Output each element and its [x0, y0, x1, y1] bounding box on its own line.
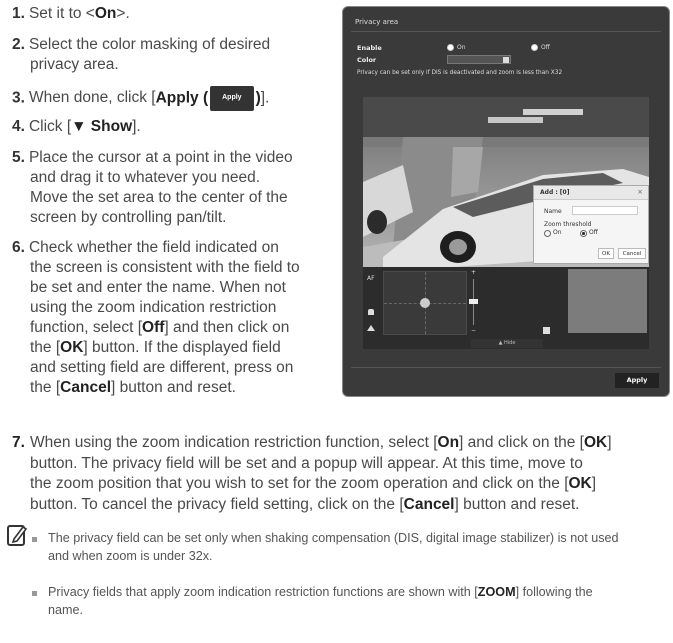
- apply-button-icon: Apply: [210, 86, 254, 111]
- divider: [351, 31, 661, 32]
- step-5-l2: and drag it to whatever you need.: [30, 169, 261, 186]
- cancel-button[interactable]: Cancel: [618, 248, 646, 259]
- note-icon: [7, 525, 28, 546]
- zoom-on-label: On: [553, 229, 562, 236]
- zoom-off-radio[interactable]: [580, 230, 587, 237]
- zoom-threshold-label: Zoom threshold: [544, 221, 592, 228]
- crosshair-icon[interactable]: [420, 298, 430, 308]
- step-7-l4: button. To cancel the privacy field sett…: [30, 495, 580, 513]
- color-select[interactable]: [447, 55, 511, 64]
- mountain-icon[interactable]: [367, 325, 375, 331]
- add-privacy-popup: Add : [0] × Name Zoom threshold On Off O…: [533, 185, 649, 264]
- step-1: 1. Set it to <On>.: [12, 5, 130, 22]
- zoom-out-icon[interactable]: −: [471, 327, 476, 334]
- step-4: 4. Click [▼ Show].: [12, 118, 141, 135]
- step-7-l3: the zoom position that you wish to set f…: [30, 475, 597, 492]
- step-7-body: When using the zoom indication restricti…: [30, 433, 670, 515]
- step-6-l8: the [Cancel] button and reset.: [30, 379, 236, 396]
- color-label: Color: [357, 56, 377, 64]
- note-2: Privacy fields that apply zoom indicatio…: [48, 585, 593, 617]
- step-6-l4: using the zoom indication restriction: [30, 299, 277, 316]
- step-2-cont: privacy area.: [30, 56, 119, 73]
- step-6-l2: the screen is consistent with the field …: [30, 259, 300, 276]
- enable-on-radio[interactable]: [447, 44, 454, 51]
- apply-button[interactable]: Apply: [615, 373, 659, 388]
- step-6: 6. Check whether the field indicated on: [12, 239, 279, 256]
- hide-toggle[interactable]: ▲ Hide: [471, 339, 543, 348]
- close-icon[interactable]: ×: [637, 188, 643, 196]
- step-3: 3. When done, click [Apply (Apply)].: [12, 86, 269, 111]
- name-label: Name: [544, 208, 562, 215]
- popup-title: Add : [0]: [540, 189, 570, 196]
- step-5-l4: screen by controlling pan/tilt.: [30, 209, 227, 226]
- step-7-l2: button. The privacy field will be set an…: [30, 454, 583, 472]
- trash-icon[interactable]: [543, 327, 550, 334]
- step-6-l7: and setting field are different, press o…: [30, 359, 294, 376]
- privacy-list-box: [568, 269, 647, 333]
- enable-on-label: On: [457, 44, 466, 51]
- enable-off-radio[interactable]: [531, 44, 538, 51]
- ok-button[interactable]: OK: [598, 248, 614, 259]
- panel-title: Privacy area: [355, 18, 399, 26]
- step-6-l6: the [OK] button. If the displayed field: [30, 339, 281, 356]
- step-7-l1: When using the zoom indication restricti…: [30, 434, 612, 451]
- enable-off-label: Off: [541, 44, 550, 51]
- zoom-slider-handle[interactable]: [469, 299, 478, 304]
- step-6-l5: function, select [Off] and then click on: [30, 319, 290, 336]
- privacy-area-screenshot: Privacy area Enable On Off Color Privacy…: [342, 6, 670, 397]
- af-button[interactable]: AF: [367, 275, 375, 282]
- zoom-on-radio[interactable]: [544, 230, 551, 237]
- bullet-1: [32, 537, 37, 542]
- step-7: 7. When using the zoom indication restri…: [12, 433, 672, 513]
- chevron-down-icon: [503, 57, 509, 63]
- ptz-control-area: AF + − ▲ Hide: [363, 267, 649, 349]
- bullet-2: [32, 591, 37, 596]
- person-icon[interactable]: [368, 309, 374, 315]
- step-6-l3: be set and enter the name. When not: [30, 279, 286, 296]
- step-2: 2. Select the color masking of desired: [12, 36, 271, 53]
- enable-label: Enable: [357, 44, 382, 52]
- pan-tilt-pad[interactable]: [383, 271, 467, 335]
- step-5-l3: Move the set area to the center of the: [30, 189, 288, 206]
- bottom-divider: [351, 367, 661, 368]
- zoom-in-icon[interactable]: +: [471, 269, 476, 276]
- privacy-note: Privacy can be set only if DIS is deacti…: [357, 70, 563, 76]
- zoom-off-label: Off: [589, 229, 598, 236]
- step-5: 5. Place the cursor at a point in the vid…: [12, 149, 293, 166]
- name-input[interactable]: [572, 206, 638, 215]
- note-1: The privacy field can be set only when s…: [48, 531, 619, 563]
